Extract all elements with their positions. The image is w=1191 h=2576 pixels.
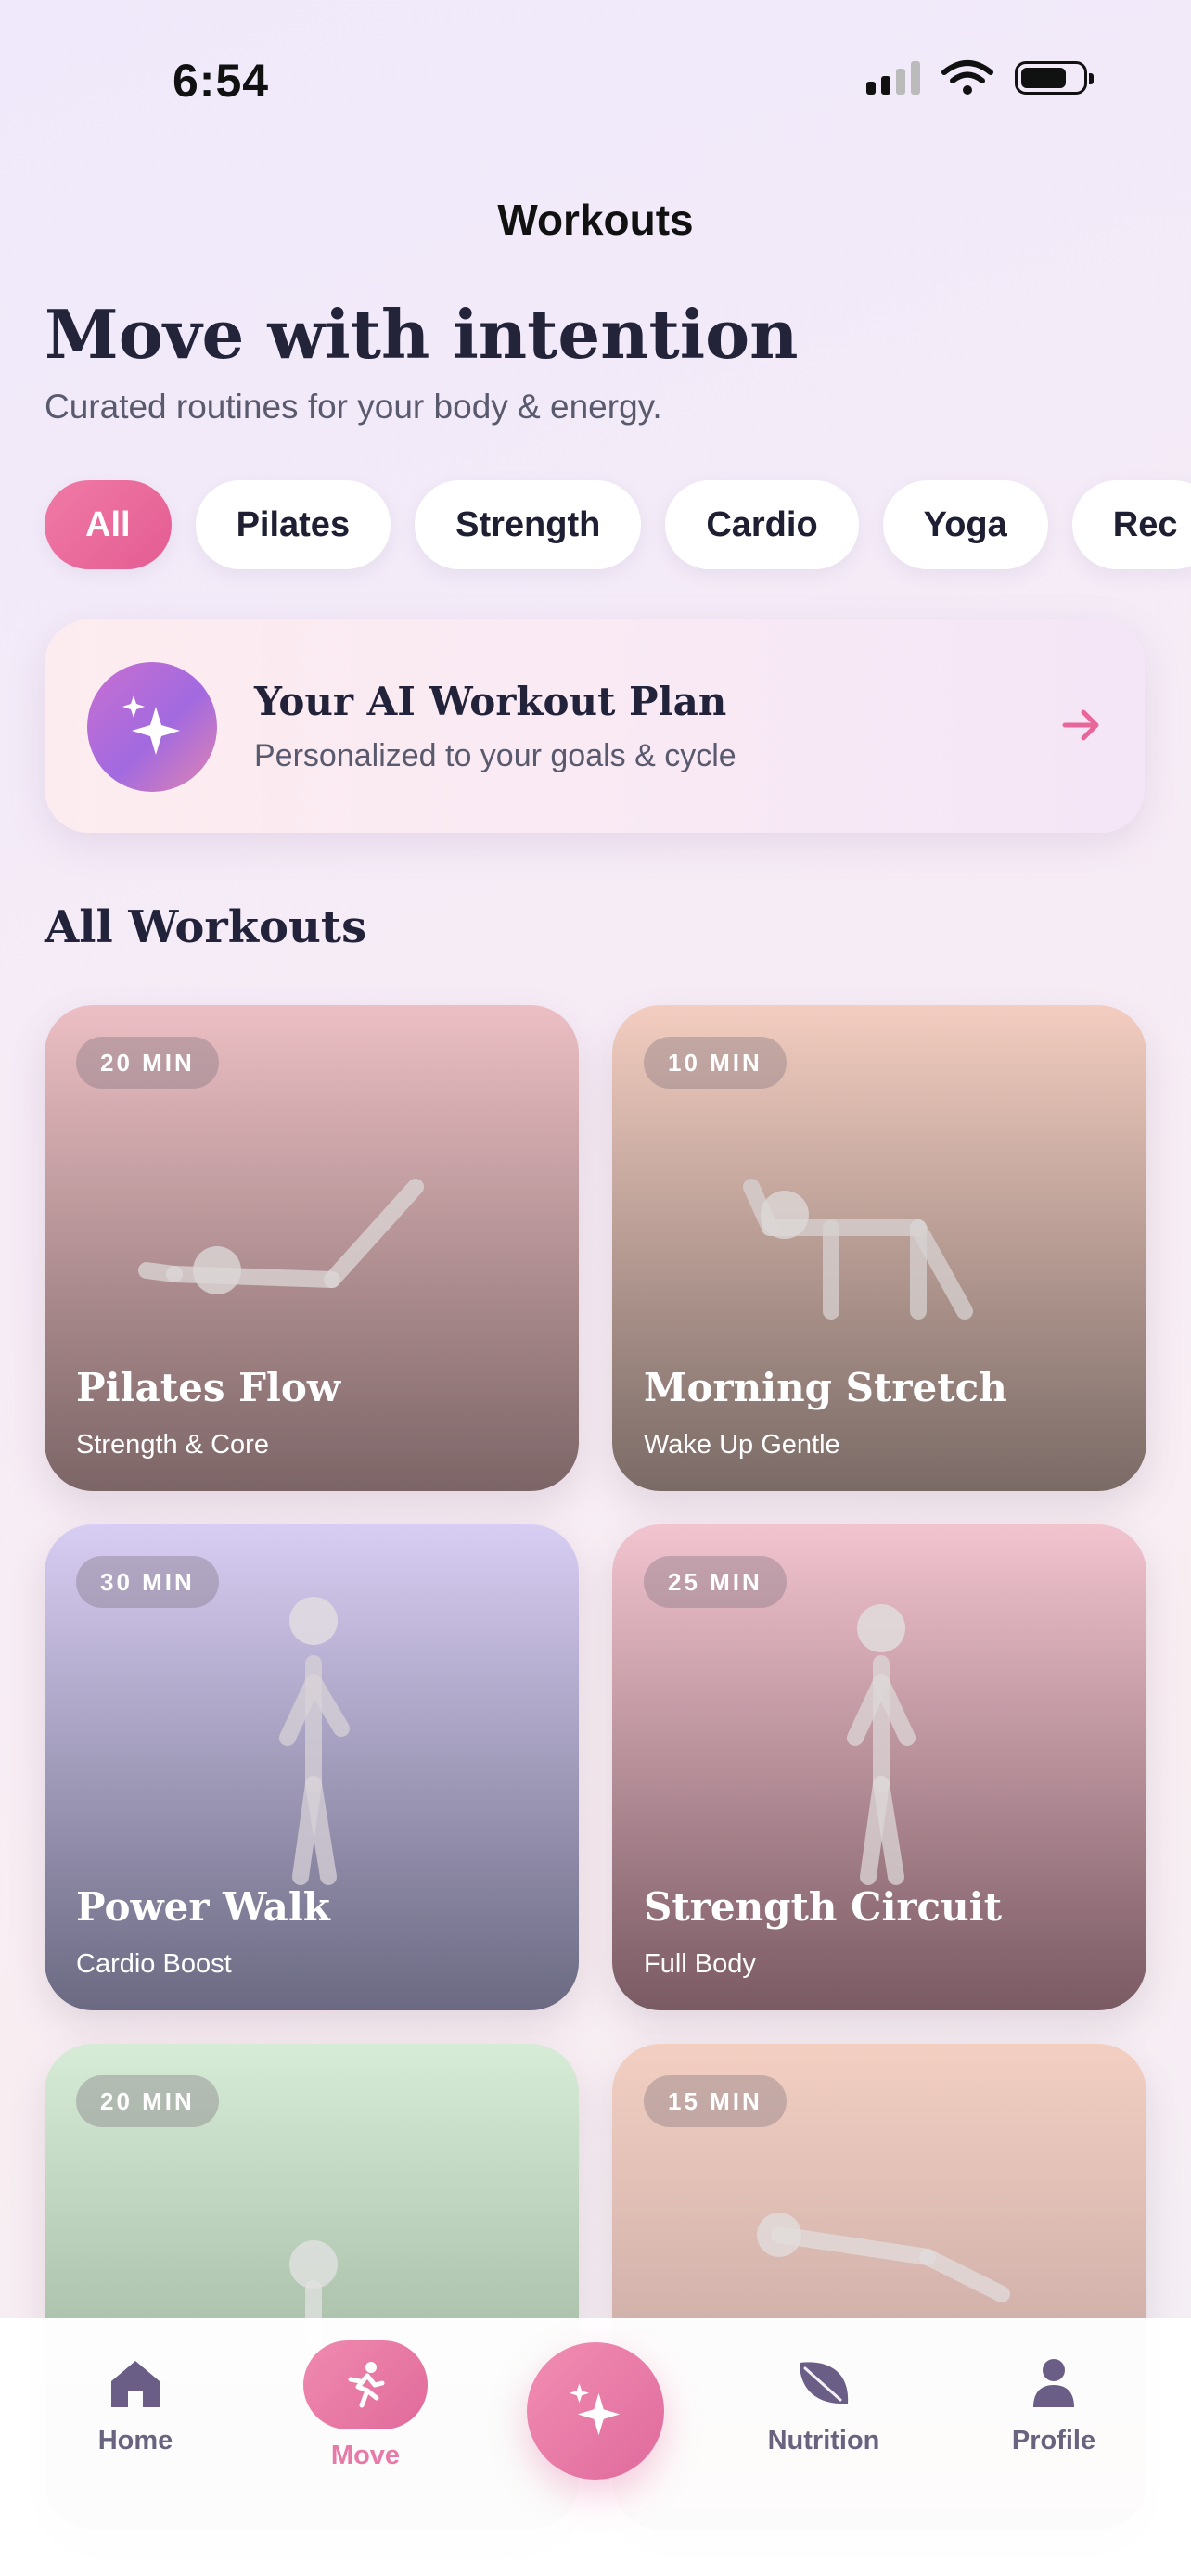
ai-avatar: [87, 662, 217, 792]
workout-title: Power Walk: [76, 1884, 330, 1930]
sparkles-icon: [570, 2383, 621, 2436]
page-headline: Move with intention: [45, 295, 799, 374]
filter-chips: All Pilates Strength Cardio Yoga Rec: [45, 480, 1191, 569]
section-title: All Workouts: [45, 901, 367, 953]
tab-nutrition[interactable]: Nutrition: [731, 2355, 916, 2456]
workout-card-pilates-flow[interactable]: 20 MIN Pilates Flow Strength & Core: [45, 1005, 579, 1491]
chip-yoga[interactable]: Yoga: [882, 480, 1048, 569]
ai-workout-plan-card[interactable]: Your AI Workout Plan Personalized to you…: [45, 619, 1145, 833]
arrow-right-icon[interactable]: [1061, 705, 1102, 746]
ai-center-button[interactable]: [527, 2342, 664, 2480]
wifi-icon: [941, 60, 993, 95]
workout-title: Pilates Flow: [76, 1365, 341, 1410]
workout-title: Strength Circuit: [644, 1884, 1003, 1930]
workout-card-strength-circuit[interactable]: 25 MIN Strength Circuit Full Body: [612, 1524, 1146, 2010]
workout-subtitle: Cardio Boost: [76, 1949, 232, 1979]
tab-profile[interactable]: Profile: [961, 2355, 1146, 2456]
move-pill: [303, 2340, 428, 2429]
tab-label: Profile: [1011, 2426, 1096, 2455]
duration-badge: 20 MIN: [76, 2075, 219, 2127]
ai-plan-subtitle: Personalized to your goals & cycle: [254, 738, 736, 773]
tab-label: Nutrition: [767, 2426, 880, 2455]
battery-icon: [1015, 61, 1094, 95]
chip-pilates[interactable]: Pilates: [195, 480, 391, 569]
chip-rec[interactable]: Rec: [1071, 480, 1191, 569]
workout-subtitle: Wake Up Gentle: [644, 1430, 840, 1460]
workout-subtitle: Strength & Core: [76, 1430, 269, 1460]
duration-badge: 10 MIN: [644, 1037, 787, 1089]
nav-title: Workouts: [497, 196, 694, 244]
tab-label: Home: [97, 2426, 173, 2455]
duration-badge: 20 MIN: [76, 1037, 219, 1089]
sparkles-icon: [122, 695, 180, 755]
workout-card-morning-stretch[interactable]: 10 MIN Morning Stretch Wake Up Gentle: [612, 1005, 1146, 1491]
running-icon: [348, 2362, 385, 2408]
status-time: 6:54: [173, 55, 270, 107]
duration-badge: 25 MIN: [644, 1556, 787, 1608]
tab-move[interactable]: Move: [273, 2340, 458, 2471]
ai-plan-title: Your AI Workout Plan: [254, 679, 727, 724]
tab-home[interactable]: Home: [43, 2355, 228, 2456]
tab-label: Move: [330, 2441, 401, 2470]
chip-strength[interactable]: Strength: [415, 480, 642, 569]
chip-cardio[interactable]: Cardio: [665, 480, 859, 569]
chip-all[interactable]: All: [45, 480, 172, 569]
workout-title: Morning Stretch: [644, 1365, 1007, 1410]
home-icon: [111, 2361, 160, 2407]
duration-badge: 15 MIN: [644, 2075, 787, 2127]
person-icon: [1033, 2359, 1074, 2407]
workout-subtitle: Full Body: [644, 1949, 756, 1979]
status-icons: [866, 59, 1094, 96]
duration-badge: 30 MIN: [76, 1556, 219, 1608]
workout-card-power-walk[interactable]: 30 MIN Power Walk Cardio Boost: [45, 1524, 579, 2010]
leaf-icon: [800, 2362, 849, 2404]
cellular-signal-icon: [866, 61, 920, 95]
page-subtitle: Curated routines for your body & energy.: [45, 388, 662, 426]
